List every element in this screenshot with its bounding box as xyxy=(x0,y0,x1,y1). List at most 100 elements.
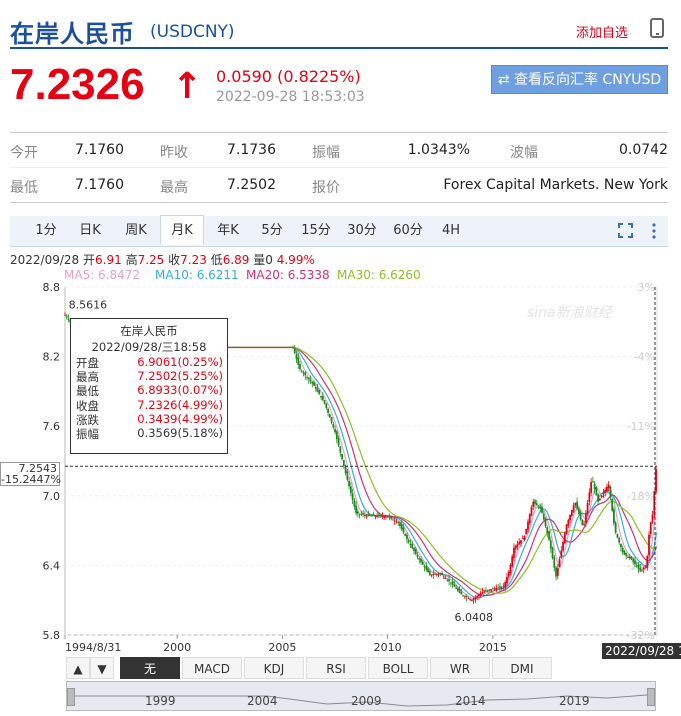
candle-body xyxy=(414,549,417,554)
candle-body xyxy=(397,522,400,523)
candle-body xyxy=(388,515,391,518)
candle-body xyxy=(376,516,379,517)
candle-body xyxy=(418,558,421,560)
candle-body xyxy=(544,518,547,527)
candle-body xyxy=(262,347,265,349)
candle-body xyxy=(242,347,245,349)
candle-body xyxy=(237,347,240,349)
tooltip-value: 0.3439(4.99%) xyxy=(137,411,223,426)
indicator-wr[interactable]: WR xyxy=(430,657,490,679)
candle-body xyxy=(335,431,338,440)
candle-body xyxy=(306,377,308,378)
candle-body xyxy=(379,515,382,517)
candle-body xyxy=(344,466,347,473)
tab-30min[interactable]: 30分 xyxy=(342,216,382,246)
candle-body xyxy=(485,590,487,592)
candle-body xyxy=(458,589,461,593)
y-pct-tick-label: 3% xyxy=(638,282,655,294)
candle-body xyxy=(630,556,633,560)
candle-body xyxy=(309,379,312,382)
candle-body xyxy=(579,512,582,520)
candle-body xyxy=(476,596,479,597)
tooltip-date: 2022/09/28/三18:58 xyxy=(91,340,207,354)
tab-weekly[interactable]: 周K xyxy=(114,216,158,246)
symbol-code: (USDCNY) xyxy=(150,22,235,42)
low-value: 6.89 xyxy=(222,253,250,267)
scroller-year: 2009 xyxy=(351,694,382,708)
candle-body xyxy=(513,547,515,559)
candle-body xyxy=(523,536,526,540)
candle-body xyxy=(421,561,424,565)
candle-body xyxy=(618,537,621,543)
candle-body xyxy=(65,315,68,318)
candle-body xyxy=(369,515,372,516)
candle-body xyxy=(442,576,445,578)
candle-body xyxy=(520,540,522,544)
x-tick-label: 1994/8/31 xyxy=(65,641,121,654)
candle-body xyxy=(316,388,319,392)
candle-body xyxy=(406,534,408,540)
candle-body xyxy=(342,460,345,467)
candle-body xyxy=(321,396,324,401)
candle-body xyxy=(486,590,489,591)
more-options-icon[interactable] xyxy=(652,222,656,240)
candle-body xyxy=(267,347,270,349)
candle-body xyxy=(467,598,470,600)
candle-body xyxy=(430,574,433,576)
tab-yearly[interactable]: 年K xyxy=(206,216,250,246)
candle-body xyxy=(539,506,542,509)
tab-5min[interactable]: 5分 xyxy=(254,216,290,246)
reverse-rate-button[interactable]: ⇄ 查看反向汇率 CNYUSD xyxy=(491,65,668,94)
candle-body xyxy=(635,565,638,567)
candle-body xyxy=(272,347,275,349)
candle-body xyxy=(446,579,449,581)
tab-4h[interactable]: 4H xyxy=(434,216,468,246)
candle-body xyxy=(64,314,66,316)
candle-body xyxy=(614,522,617,533)
quote-value: 7.1760 xyxy=(75,177,124,193)
indicator-none[interactable]: 无 xyxy=(120,657,180,679)
candle-body xyxy=(423,565,426,568)
quote-label: 振幅 xyxy=(312,145,340,161)
tooltip-value: 0.3569(5.18%) xyxy=(137,425,223,440)
candle-body xyxy=(537,506,540,508)
candle-body xyxy=(613,509,615,524)
indicator-dmi[interactable]: DMI xyxy=(492,657,552,679)
candle-body xyxy=(449,582,452,584)
add-favorite-button[interactable]: 添加自选 xyxy=(576,22,628,41)
candle-body xyxy=(577,508,580,515)
candle-body xyxy=(553,557,556,568)
scroll-up-button[interactable]: ▲ xyxy=(66,657,90,679)
candle-body xyxy=(502,586,505,588)
scroller-right-handle[interactable] xyxy=(647,688,655,706)
candle-body xyxy=(235,347,238,349)
up-arrow-icon: ↑ xyxy=(172,66,203,107)
candle-body xyxy=(249,347,252,349)
candle-body xyxy=(341,454,343,460)
x-tick-label: 2015 xyxy=(479,641,507,654)
quote-value: 1.0343% xyxy=(407,142,470,158)
candle-body xyxy=(420,558,422,563)
fullscreen-icon[interactable] xyxy=(618,223,633,238)
candle-body xyxy=(616,534,619,538)
indicator-macd[interactable]: MACD xyxy=(182,657,242,679)
tab-1min[interactable]: 1分 xyxy=(26,216,66,246)
candle-body xyxy=(339,446,342,453)
quote-label: 报价 xyxy=(312,180,340,196)
tooltip-key: 振幅 xyxy=(76,426,99,441)
indicator-kdj[interactable]: KDJ xyxy=(244,657,304,679)
scroller-left-handle[interactable] xyxy=(67,688,75,706)
candle-body xyxy=(558,559,561,568)
tab-15min[interactable]: 15分 xyxy=(296,216,336,246)
quote-value: 0.0742 xyxy=(619,142,668,158)
tab-daily[interactable]: 日K xyxy=(70,216,110,246)
indicator-boll[interactable]: BOLL xyxy=(368,657,428,679)
candle-body xyxy=(400,524,403,530)
indicator-rsi[interactable]: RSI xyxy=(306,657,366,679)
candle-body xyxy=(549,540,552,549)
scroll-down-button[interactable]: ▼ xyxy=(90,657,114,679)
time-range-scroller[interactable]: 1999 2004 2009 2014 2019 xyxy=(66,681,656,711)
mobile-phone-icon[interactable] xyxy=(650,18,664,38)
tab-60min[interactable]: 60分 xyxy=(388,216,428,246)
tab-monthly[interactable]: 月K xyxy=(160,215,204,245)
